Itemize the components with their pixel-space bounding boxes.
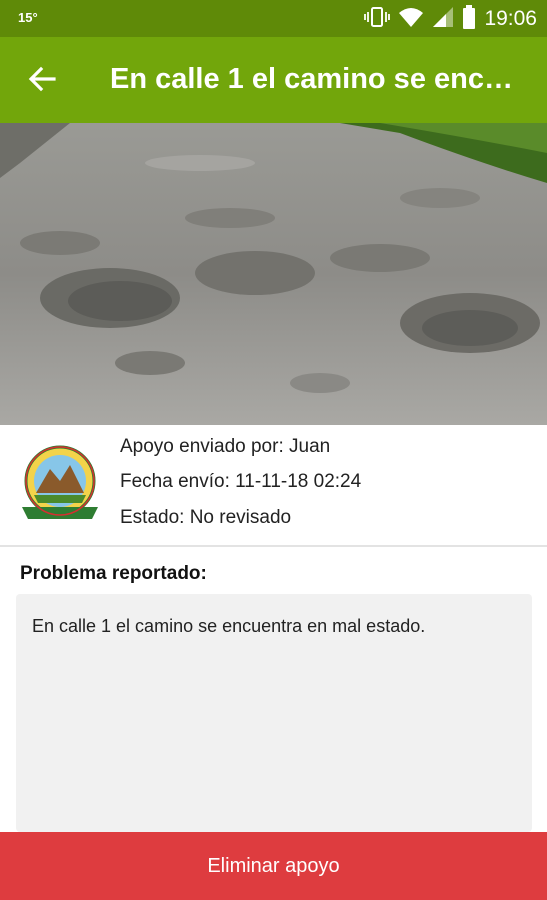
page-title: En calle 1 el camino se encuentra en mal… (110, 63, 530, 95)
wifi-icon (398, 6, 424, 33)
problem-box: En calle 1 el camino se encuentra en mal… (16, 594, 532, 832)
app-bar: En calle 1 el camino se encuentra en mal… (0, 37, 547, 123)
signal-icon (432, 6, 454, 33)
battery-icon (462, 4, 476, 34)
sent-by: Apoyo enviado por: Juan (120, 436, 331, 457)
report-photo (0, 123, 547, 425)
sent-date: Fecha envío: 11-11-18 02:24 (120, 471, 362, 492)
problem-text: En calle 1 el camino se encuentra en mal… (32, 616, 426, 636)
status-temperature: 15° (18, 10, 38, 25)
report-status: Estado: No revisado (120, 507, 292, 528)
problem-label: Problema reportado: (20, 563, 207, 584)
delete-button[interactable]: Eliminar apoyo (0, 832, 547, 900)
report-info: Apoyo enviado por: Juan Fecha envío: 11-… (0, 425, 547, 547)
status-icons: 19:06 (364, 4, 537, 34)
back-button[interactable] (20, 59, 64, 103)
status-bar: 15° 19:06 (0, 0, 547, 37)
arrow-back-icon (26, 63, 58, 100)
municipality-logo (16, 443, 104, 527)
vibrate-icon (364, 6, 391, 33)
status-time: 19:06 (484, 7, 537, 30)
